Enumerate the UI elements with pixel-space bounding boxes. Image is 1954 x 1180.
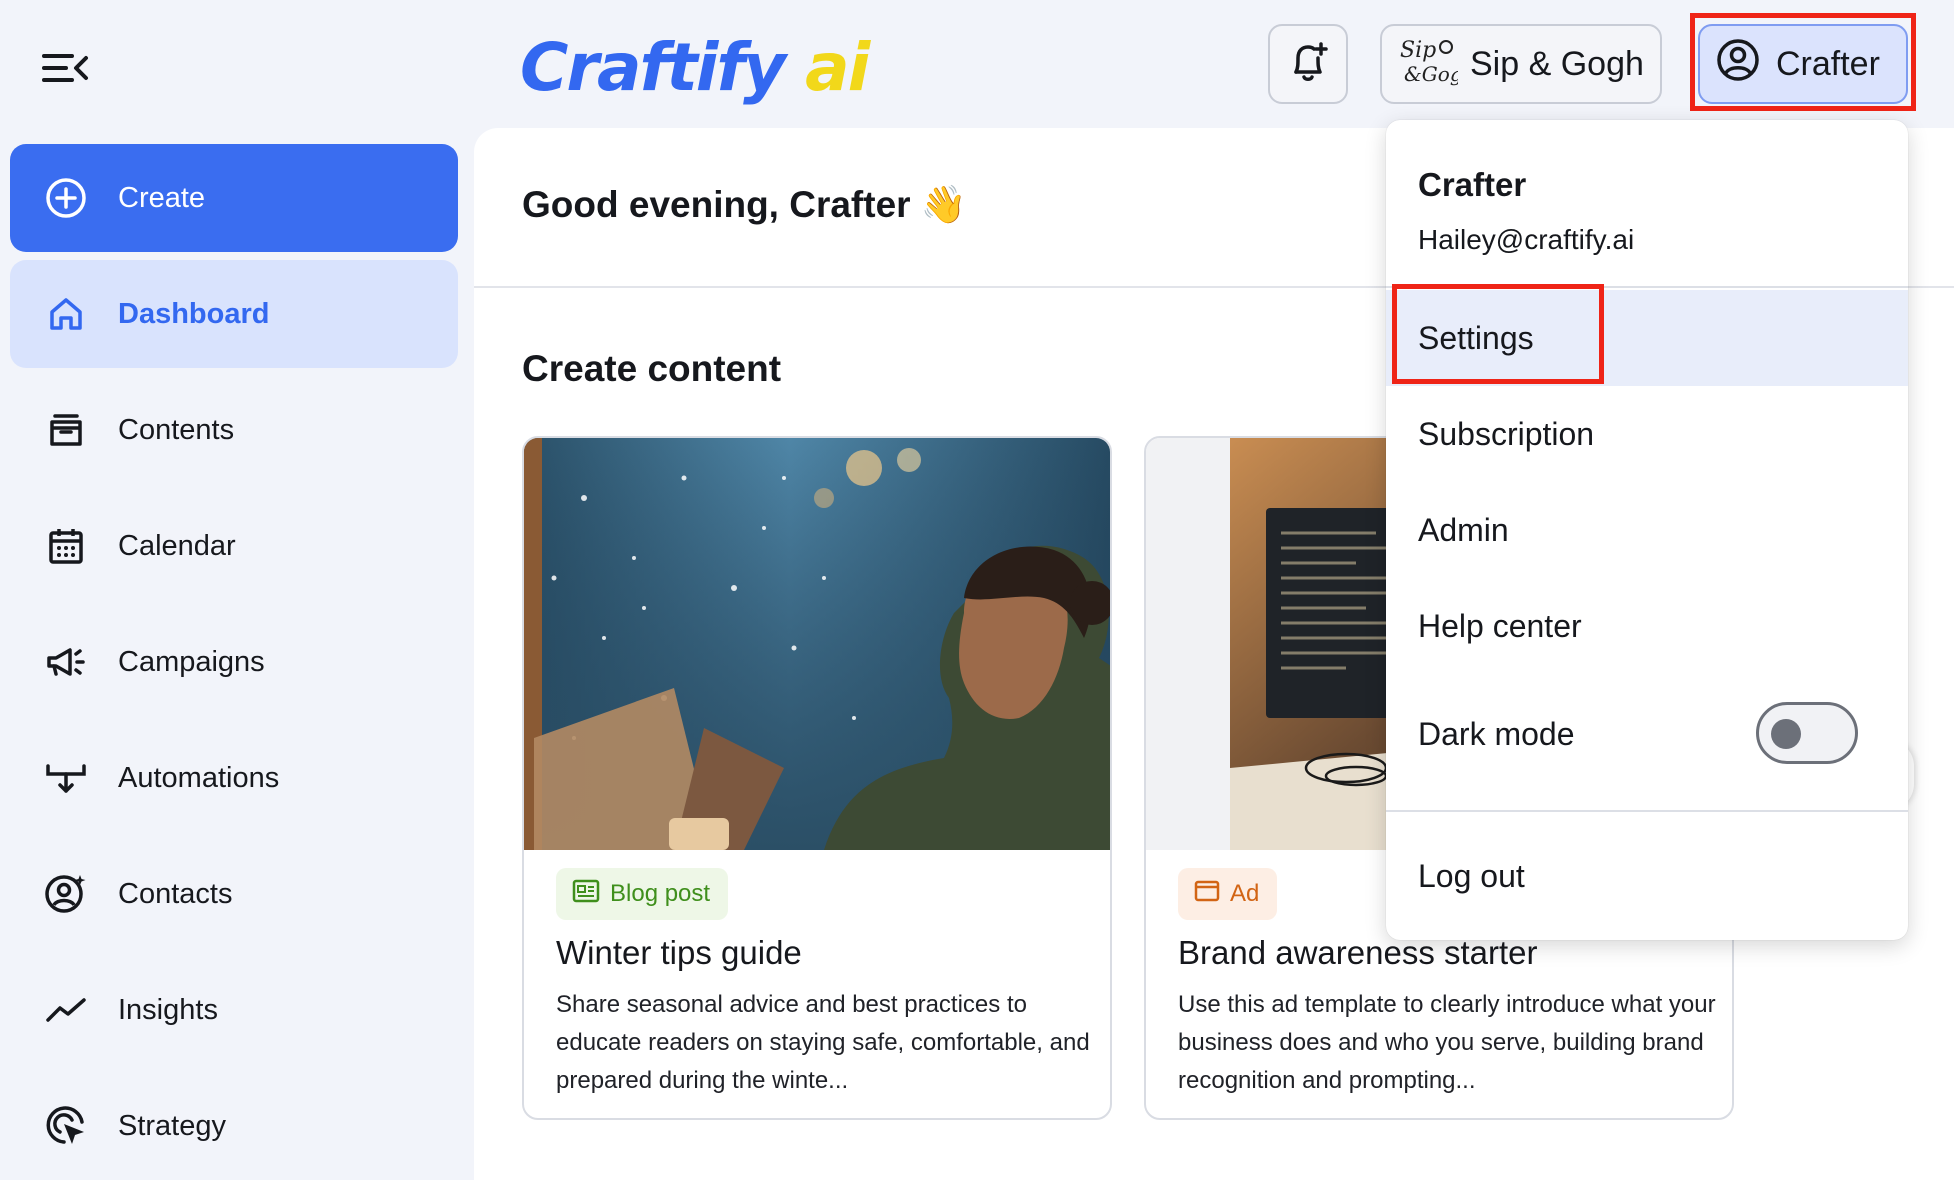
calendar-icon — [44, 524, 88, 568]
megaphone-icon — [44, 640, 88, 684]
sidebar-item-campaigns[interactable]: Campaigns — [10, 608, 458, 716]
newspaper-icon — [572, 879, 600, 910]
sidebar-item-label: Insights — [118, 993, 218, 1026]
sidebar-item-label: Contacts — [118, 877, 233, 910]
user-circle-icon — [1716, 38, 1760, 91]
sidebar-item-strategy[interactable]: Strategy — [10, 1072, 458, 1180]
menu-collapse-icon[interactable] — [40, 48, 92, 88]
plus-circle-icon — [44, 176, 88, 220]
section-title: Create content — [522, 348, 782, 389]
contacts-icon — [44, 872, 88, 916]
logo-text: Craftify — [520, 29, 786, 106]
sidebar-item-insights[interactable]: Insights — [10, 956, 458, 1064]
menu-item-help-center[interactable]: Help center — [1386, 578, 1908, 674]
card-description: Share seasonal advice and best practices… — [556, 991, 1090, 1094]
card-title: Winter tips guide — [556, 934, 802, 971]
sidebar-item-label: Dashboard — [118, 297, 270, 330]
sidebar-item-label: Campaigns — [118, 645, 265, 678]
trend-icon — [44, 988, 88, 1032]
badge-ad: Ad — [1178, 868, 1278, 920]
dark-mode-label: Dark mode — [1418, 715, 1575, 752]
menu-item-subscription[interactable]: Subscription — [1386, 386, 1908, 482]
workspace-switcher[interactable]: Sip &Gogh Sip & Gogh — [1380, 24, 1662, 104]
sidebar-item-label: Calendar — [118, 529, 236, 562]
app-logo: Craftify ai — [520, 28, 870, 108]
sidebar-item-automations[interactable]: Automations — [10, 724, 458, 832]
user-menu-button[interactable]: Crafter — [1698, 24, 1908, 104]
menu-item-admin[interactable]: Admin — [1386, 482, 1908, 578]
page-greeting: Good evening, Crafter 👋 — [522, 184, 967, 225]
sidebar-item-label: Strategy — [118, 1109, 226, 1142]
sidebar-item-create[interactable]: Create — [10, 144, 458, 252]
card-image — [524, 438, 1110, 850]
badge-label: Ad — [1230, 880, 1260, 907]
browser-window-icon — [1194, 879, 1220, 910]
badge-label: Blog post — [610, 880, 711, 907]
sidebar-item-label: Automations — [118, 761, 280, 794]
badge-blog-post: Blog post — [556, 868, 729, 920]
template-card-blog[interactable]: Blog post Winter tips guide Share season… — [522, 436, 1112, 1120]
logo-suffix: ai — [805, 29, 870, 106]
sidebar-item-calendar[interactable]: Calendar — [10, 492, 458, 600]
dropdown-divider — [1386, 810, 1908, 812]
dropdown-user-name: Crafter — [1418, 166, 1527, 203]
menu-item-settings[interactable]: Settings — [1386, 290, 1908, 386]
workspace-logo-icon: Sip &Gogh — [1396, 33, 1476, 96]
automation-icon — [44, 756, 88, 800]
dropdown-divider — [1386, 286, 1908, 288]
notifications-button[interactable] — [1268, 24, 1348, 104]
home-icon — [44, 292, 88, 336]
archive-icon — [44, 408, 88, 452]
sidebar-item-label: Create — [118, 181, 206, 214]
workspace-name: Sip & Gogh — [1470, 44, 1644, 83]
dark-mode-toggle[interactable] — [1756, 702, 1858, 764]
bell-plus-icon — [1288, 40, 1328, 89]
menu-item-logout[interactable]: Log out — [1386, 828, 1908, 924]
toggle-knob — [1771, 719, 1801, 749]
sidebar-item-label: Contents — [118, 413, 235, 446]
svg-text:&Gogh: &Gogh — [1404, 62, 1458, 86]
dropdown-user-email: Hailey@craftify.ai — [1418, 224, 1635, 255]
sidebar-item-dashboard[interactable]: Dashboard — [10, 260, 458, 368]
sidebar-item-contacts[interactable]: Contacts — [10, 840, 458, 948]
card-description: Use this ad template to clearly introduc… — [1178, 991, 1716, 1094]
user-menu-label: Crafter — [1776, 44, 1880, 83]
target-cursor-icon — [44, 1104, 88, 1148]
svg-text:Sip: Sip — [1400, 38, 1436, 63]
sidebar-item-contents[interactable]: Contents — [10, 376, 458, 484]
